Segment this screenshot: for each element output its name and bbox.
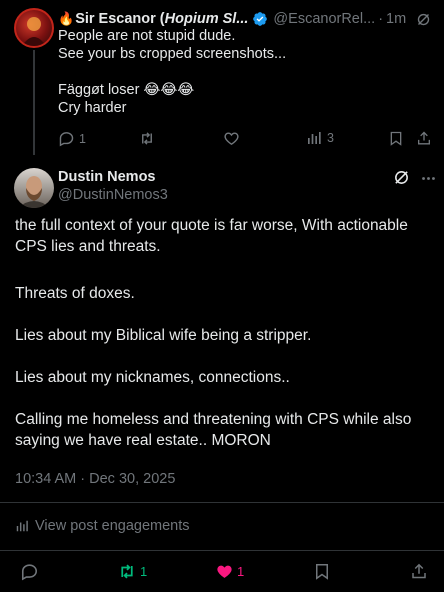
post-timestamp[interactable]: 10:34 AM · Dec 30, 2025 xyxy=(15,471,175,487)
reply-text: People are not stupid dude. See your bs … xyxy=(58,27,428,117)
share-button[interactable] xyxy=(410,562,428,581)
reply-button[interactable] xyxy=(20,562,39,581)
post-paragraph: the full context of your quote is far wo… xyxy=(15,217,408,255)
reply-like-button[interactable] xyxy=(223,130,240,147)
views-count: 3 xyxy=(327,131,334,145)
reply-views-button[interactable]: 3 xyxy=(306,130,334,146)
post-action-bar: 1 1 xyxy=(0,560,444,590)
share-icon xyxy=(416,130,432,147)
reply-bookmark-button[interactable] xyxy=(388,130,404,147)
verified-badge-icon xyxy=(252,11,268,27)
post-avatar[interactable] xyxy=(14,168,54,208)
reply-line: Cry harder xyxy=(58,100,127,116)
post-paragraph: Threats of doxes. xyxy=(15,285,135,302)
repost-button[interactable]: 1 xyxy=(117,562,147,581)
view-engagements-link[interactable]: View post engagements xyxy=(15,518,190,534)
post-text: the full context of your quote is far wo… xyxy=(15,215,435,451)
repost-count: 1 xyxy=(140,564,148,579)
thread-line xyxy=(33,50,35,155)
bookmark-button[interactable] xyxy=(313,562,331,581)
reply-separator: · xyxy=(378,11,384,27)
heart-icon xyxy=(223,130,240,147)
reply-share-button[interactable] xyxy=(416,130,432,147)
views-icon xyxy=(306,130,322,146)
reply-icon xyxy=(20,562,39,581)
heart-filled-icon xyxy=(215,562,234,581)
bookmark-icon xyxy=(313,562,331,581)
grok-icon[interactable] xyxy=(416,12,431,27)
reply-header: 🔥 Sir Escanor (Hopium Sl... @EscanorRel.… xyxy=(58,10,438,28)
reply-author-name[interactable]: Sir Escanor (Hopium Sl... xyxy=(75,11,248,27)
grok-icon[interactable] xyxy=(393,169,410,186)
fire-emoji-icon: 🔥 xyxy=(58,11,75,26)
post-author-name[interactable]: Dustin Nemos xyxy=(58,169,156,185)
reply-author-handle[interactable]: @EscanorRel... xyxy=(273,11,375,27)
reply-line: Fäggøt loser 😂😂😂 xyxy=(58,82,195,98)
bookmark-icon xyxy=(388,130,404,147)
divider xyxy=(0,502,444,503)
post-paragraph: Lies about my nicknames, connections.. xyxy=(15,369,290,386)
more-options-icon[interactable] xyxy=(420,170,437,187)
divider xyxy=(0,550,444,551)
post-author-handle[interactable]: @DustinNemos3 xyxy=(58,187,168,203)
reply-repost-button[interactable] xyxy=(138,130,156,147)
post-paragraph: Calling me homeless and threatening with… xyxy=(15,411,412,449)
reply-line: See your bs cropped screenshots... xyxy=(58,46,287,62)
engagements-icon xyxy=(15,519,29,533)
reply-icon xyxy=(58,130,75,147)
repost-icon xyxy=(117,562,137,581)
reply-line xyxy=(58,63,428,81)
reply-time[interactable]: 1m xyxy=(386,11,406,27)
like-count: 1 xyxy=(237,564,245,579)
reply-avatar[interactable] xyxy=(14,8,54,48)
engagements-label: View post engagements xyxy=(35,518,190,534)
reply-action-bar: 1 3 xyxy=(58,128,438,148)
repost-icon xyxy=(138,130,156,147)
reply-line: People are not stupid dude. xyxy=(58,28,236,44)
share-icon xyxy=(410,562,428,581)
reply-count: 1 xyxy=(79,131,86,146)
post-paragraph: Lies about my Biblical wife being a stri… xyxy=(15,327,312,344)
like-button[interactable]: 1 xyxy=(215,562,244,581)
reply-reply-button[interactable]: 1 xyxy=(58,130,86,147)
